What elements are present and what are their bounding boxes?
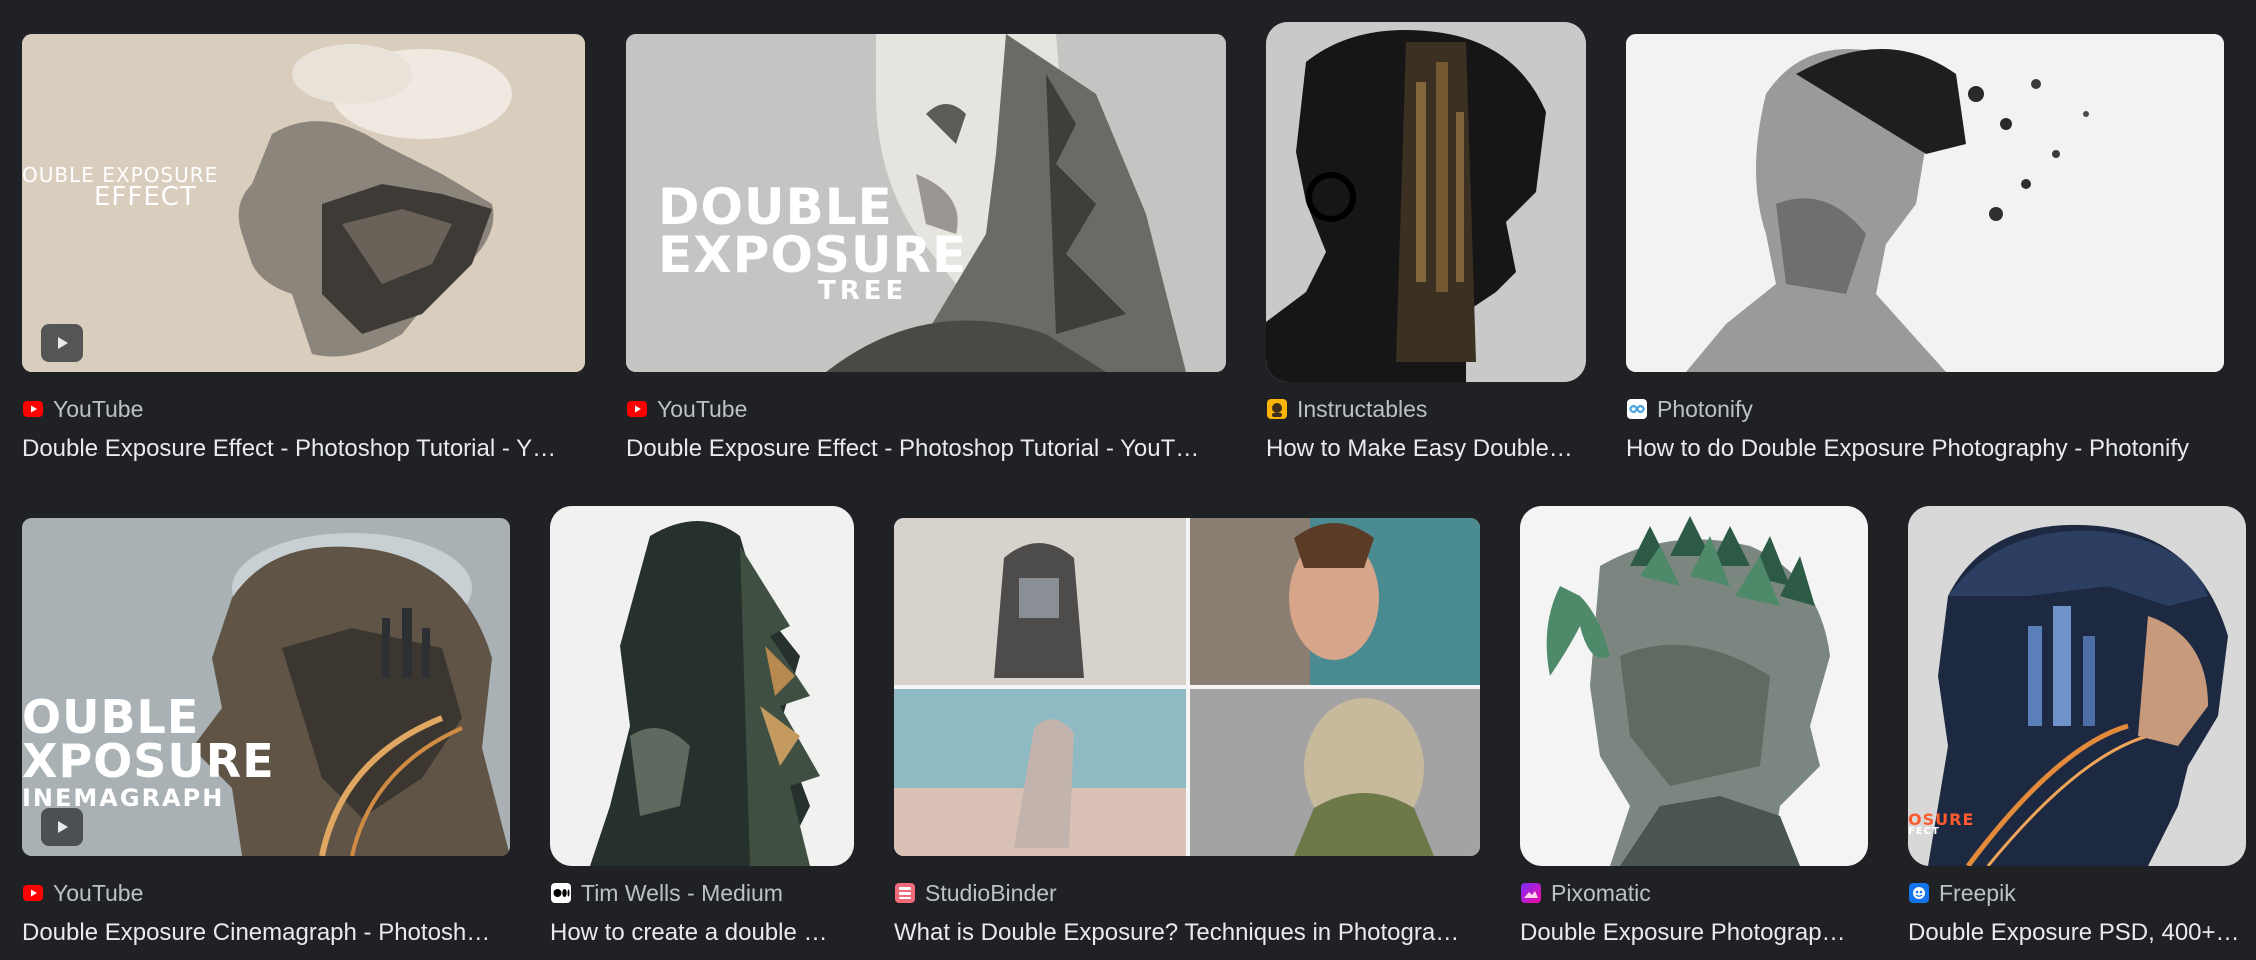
result-thumbnail[interactable] [1266, 22, 1586, 382]
result-title[interactable]: How to create a double … [550, 917, 854, 949]
youtube-icon [626, 398, 648, 420]
result-source[interactable]: Tim Wells - Medium [550, 878, 783, 908]
result-source[interactable]: YouTube [22, 878, 143, 908]
result-source[interactable]: Freepik [1908, 878, 2016, 908]
pixomatic-icon [1520, 882, 1542, 904]
double-exposure-dispersion-portrait-image [1626, 34, 2224, 372]
double-exposure-collage-image [894, 518, 1480, 856]
double-exposure-snowy-forest-head-image [1520, 506, 1868, 866]
instructables-icon [1266, 398, 1288, 420]
result-source[interactable]: Photonify [1626, 394, 1753, 424]
double-exposure-forest-woman-image [550, 506, 854, 866]
result-source[interactable]: YouTube [22, 394, 143, 424]
result-source[interactable]: YouTube [626, 394, 747, 424]
play-icon [58, 821, 68, 833]
video-play-badge [41, 808, 83, 846]
double-exposure-city-silhouette-image [1266, 22, 1586, 382]
result-source[interactable]: Instructables [1266, 394, 1427, 424]
result-thumbnail[interactable]: DOUBLE EXPOSURE TREE [626, 34, 1226, 372]
result-thumbnail[interactable] [1626, 34, 2224, 372]
result-source-label: Freepik [1939, 879, 2016, 906]
result-source-label: Tim Wells - Medium [581, 879, 783, 906]
youtube-icon [22, 398, 44, 420]
studiobinder-icon [894, 882, 916, 904]
medium-icon [550, 882, 572, 904]
double-exposure-night-city-portrait-image [1908, 506, 2246, 866]
result-title[interactable]: What is Double Exposure? Techniques in P… [894, 917, 1480, 949]
youtube-icon [22, 882, 44, 904]
result-source-label: StudioBinder [925, 879, 1057, 906]
result-source[interactable]: StudioBinder [894, 878, 1057, 908]
freepik-icon [1908, 882, 1930, 904]
result-thumbnail[interactable] [894, 518, 1480, 856]
result-source-label: Instructables [1297, 395, 1428, 422]
result-source[interactable]: Pixomatic [1520, 878, 1651, 908]
play-icon [58, 337, 68, 349]
result-source-label: YouTube [53, 395, 144, 422]
result-thumbnail[interactable] [550, 506, 854, 866]
photonify-icon [1626, 398, 1648, 420]
result-title[interactable]: Double Exposure PSD, 400+… [1908, 917, 2246, 949]
result-title[interactable]: Double Exposure Effect - Photoshop Tutor… [22, 433, 585, 465]
result-title[interactable]: How to do Double Exposure Photography - … [1626, 433, 2224, 465]
result-thumbnail[interactable]: OUBLE XPOSURE INEMAGRAPH [22, 518, 510, 856]
result-title[interactable]: How to Make Easy Double… [1266, 433, 1586, 465]
result-source-label: Pixomatic [1551, 879, 1651, 906]
image-results-grid: OUBLE EXPOSURE EFFECT YouTube Double Exp… [0, 0, 2256, 960]
double-exposure-mountain-image [22, 34, 585, 372]
result-thumbnail[interactable]: OUBLE EXPOSURE EFFECT [22, 34, 585, 372]
double-exposure-tree-image [626, 34, 1226, 372]
result-title[interactable]: Double Exposure Cinemagraph - Photosh… [22, 917, 510, 949]
result-source-label: YouTube [657, 395, 748, 422]
result-thumbnail[interactable]: OSURE FECT [1908, 506, 2246, 866]
video-play-badge [41, 324, 83, 362]
result-source-label: Photonify [1657, 395, 1753, 422]
result-source-label: YouTube [53, 879, 144, 906]
result-title[interactable]: Double Exposure Effect - Photoshop Tutor… [626, 433, 1226, 465]
result-thumbnail[interactable] [1520, 506, 1868, 866]
double-exposure-highway-portrait-image [22, 518, 510, 856]
result-title[interactable]: Double Exposure Photograp… [1520, 917, 1868, 949]
